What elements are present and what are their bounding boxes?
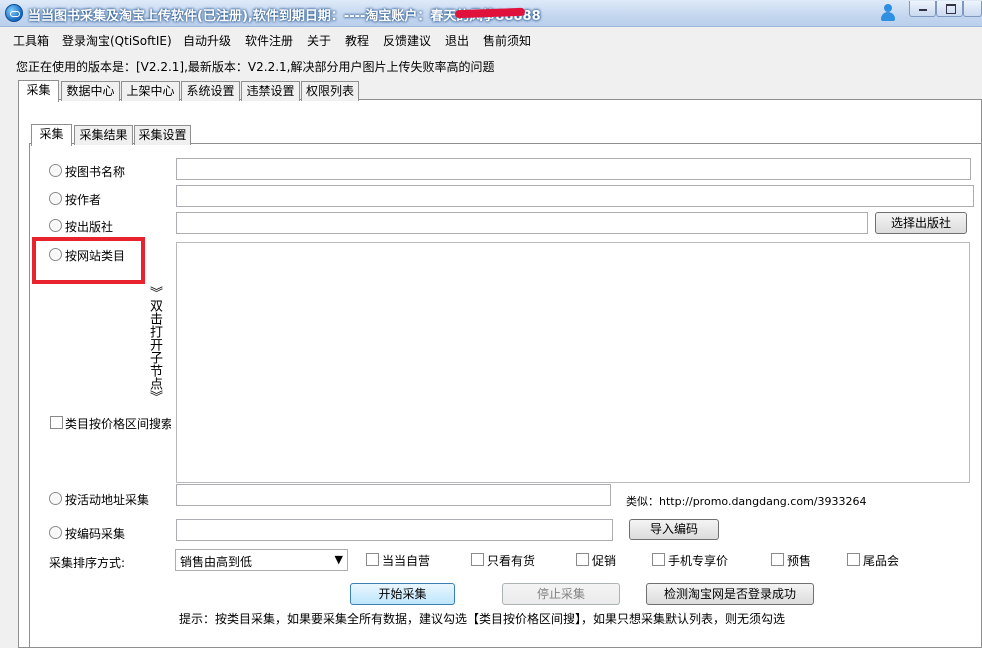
subtab-collect[interactable]: 采集 — [31, 124, 72, 146]
filter-in-stock-label: 只看有货 — [487, 554, 536, 568]
by-publisher-radio[interactable] — [49, 219, 62, 232]
filter-presale-label: 预售 — [787, 554, 812, 568]
by-code-label: 按编码采集 — [65, 527, 126, 541]
filter-promotion-label: 促销 — [592, 554, 617, 568]
filter-tail-goods-checkbox[interactable] — [847, 553, 860, 566]
category-tree[interactable] — [176, 242, 970, 483]
title-bar: 当当图书采集及淘宝上传软件(已注册),软件到期日期：----淘宝账户：春天的风筝… — [0, 0, 982, 27]
menu-toolbox[interactable]: 工具箱 — [13, 32, 49, 49]
close-button[interactable] — [963, 1, 982, 17]
subtab-settings[interactable]: 采集设置 — [134, 125, 191, 145]
activity-url-input[interactable] — [176, 484, 611, 506]
import-code-button[interactable]: 导入编码 — [629, 519, 719, 540]
menu-bar: 工具箱 登录淘宝(QtiSoftIE) 自动升级 软件注册 关于 教程 反馈建议… — [0, 27, 982, 50]
tab-collect[interactable]: 采集 — [18, 80, 59, 102]
by-author-radio[interactable] — [49, 192, 62, 205]
by-publisher-label: 按出版社 — [65, 220, 114, 234]
stop-collect-button[interactable]: 停止采集 — [502, 583, 620, 605]
price-range-checkbox[interactable] — [50, 416, 63, 429]
filter-promotion-checkbox[interactable] — [576, 553, 589, 566]
double-click-hint: 》双击打开子节点》 — [147, 286, 162, 403]
publisher-input[interactable] — [176, 212, 868, 234]
menu-login-taobao[interactable]: 登录淘宝(QtiSoftIE) — [62, 32, 172, 49]
by-activity-radio[interactable] — [49, 492, 62, 505]
activity-url-example: 类似：http://promo.dangdang.com/3933264 — [626, 495, 867, 508]
menu-exit[interactable]: 退出 — [445, 32, 469, 49]
price-range-label: 类目按价格区间搜索 — [65, 417, 171, 431]
tab-listing-center[interactable]: 上架中心 — [121, 81, 180, 101]
book-title-input[interactable] — [176, 158, 971, 180]
version-info: 您正在使用的版本是：[V2.2.1],最新版本：V2.2.1,解决部分用户图片上… — [16, 60, 495, 74]
code-input[interactable] — [176, 519, 613, 541]
author-input[interactable] — [176, 185, 974, 207]
minimize-button[interactable] — [909, 1, 936, 17]
by-code-radio[interactable] — [49, 526, 62, 539]
by-author-label: 按作者 — [65, 193, 102, 207]
category-highlight-box — [32, 237, 145, 284]
sort-select[interactable]: 销售由高到低 ▼ — [175, 549, 348, 571]
chevron-down-icon: ▼ — [334, 553, 343, 566]
filter-in-stock-checkbox[interactable] — [471, 553, 484, 566]
menu-presale[interactable]: 售前须知 — [483, 32, 531, 49]
user-icon[interactable] — [880, 4, 896, 22]
tip-text: 提示：按类目采集，如果要采集全所有数据，建议勾选【类目按价格区间搜】，如果只想采… — [179, 612, 786, 626]
tab-system-settings[interactable]: 系统设置 — [181, 81, 240, 101]
tab-prohibited-settings[interactable]: 违禁设置 — [241, 81, 300, 101]
filter-mobile-price-label: 手机专享价 — [668, 554, 729, 568]
select-publisher-button[interactable]: 选择出版社 — [875, 212, 967, 234]
sort-select-value: 销售由高到低 — [180, 555, 253, 569]
maximize-button[interactable] — [936, 1, 963, 17]
filter-dangdang-self-label: 当当自营 — [382, 554, 431, 568]
app-icon — [5, 4, 23, 22]
by-activity-label: 按活动地址采集 — [65, 493, 150, 507]
filter-dangdang-self-checkbox[interactable] — [366, 553, 379, 566]
menu-about[interactable]: 关于 — [307, 32, 331, 49]
check-taobao-login-button[interactable]: 检测淘宝网是否登录成功 — [646, 583, 814, 605]
start-collect-button[interactable]: 开始采集 — [350, 583, 455, 605]
sort-label: 采集排序方式: — [49, 556, 126, 570]
menu-auto-update[interactable]: 自动升级 — [183, 32, 231, 49]
menu-register[interactable]: 软件注册 — [245, 32, 293, 49]
menu-feedback[interactable]: 反馈建议 — [383, 32, 431, 49]
tab-data-center[interactable]: 数据中心 — [61, 81, 120, 101]
by-title-radio[interactable] — [49, 164, 62, 177]
filter-mobile-price-checkbox[interactable] — [652, 553, 665, 566]
menu-tutorial[interactable]: 教程 — [345, 32, 369, 49]
by-title-label: 按图书名称 — [65, 165, 126, 179]
subtab-results[interactable]: 采集结果 — [74, 125, 133, 145]
filter-presale-checkbox[interactable] — [771, 553, 784, 566]
tab-permission-list[interactable]: 权限列表 — [301, 81, 359, 101]
filter-tail-goods-label: 尾品会 — [863, 554, 900, 568]
